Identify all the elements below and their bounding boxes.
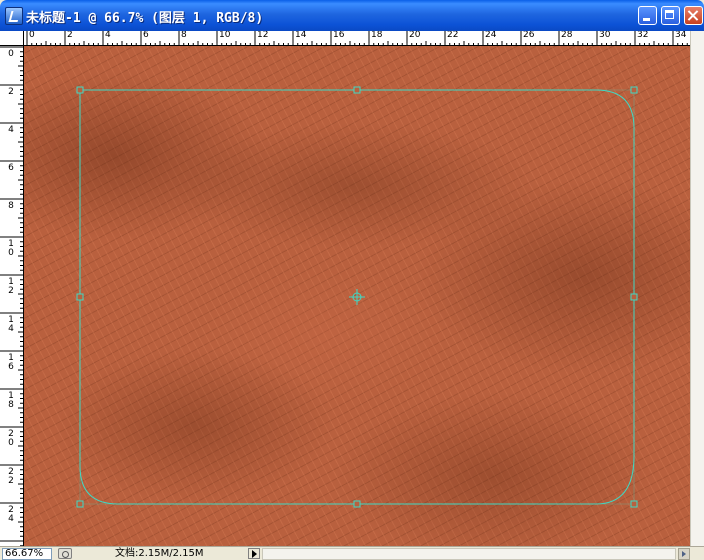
title-bar[interactable]: 未标题-1 @ 66.7% (图层 1, RGB/8) [0,0,704,31]
zoom-level-field[interactable]: 66.67% [2,548,52,560]
vertical-ruler[interactable]: 024681012141618202224 [0,46,24,546]
handle-bottom-right[interactable] [630,500,638,508]
ruler-label: 8 [8,201,14,211]
ruler-label: 4 [105,31,111,40]
ruler-label: 2 [8,87,14,97]
ruler-label: 14 [295,31,307,40]
handle-bottom-left[interactable] [76,500,84,508]
horizontal-ruler-ticks [26,31,688,45]
ruler-label: 4 [8,125,14,135]
ruler-label: 28 [561,31,573,40]
ruler-label: 2 [67,31,73,40]
ruler-label: 18 [8,391,14,410]
ruler-label: 12 [257,31,269,40]
scroll-right-button[interactable] [678,548,690,560]
horizontal-scrollbar[interactable] [262,548,676,560]
ruler-label: 30 [599,31,611,40]
ruler-label: 0 [29,31,35,40]
ruler-label: 16 [333,31,345,40]
minimize-icon [639,7,656,24]
window-title: 未标题-1 @ 66.7% (图层 1, RGB/8) [26,11,264,26]
ruler-label: 16 [8,353,14,372]
ruler-label: 20 [8,429,14,448]
close-button[interactable] [684,6,703,25]
ruler-label: 14 [8,315,14,334]
ruler-label: 24 [485,31,497,40]
rounded-rectangle-path[interactable] [24,46,690,546]
ruler-label: 8 [181,31,187,40]
handle-middle-left[interactable] [76,293,84,301]
status-options-icon[interactable] [58,548,72,559]
ruler-label: 12 [8,277,14,296]
maximize-button[interactable] [661,6,680,25]
document-size-info: 文档:2.15M/2.15M [115,548,204,559]
ruler-label: 32 [637,31,649,40]
photoshop-document-icon[interactable] [5,7,23,25]
ruler-label: 10 [8,239,14,258]
handle-middle-right[interactable] [630,293,638,301]
handle-top-left[interactable] [76,86,84,94]
ruler-label: 0 [8,49,14,59]
status-bar: 66.67% 文档:2.15M/2.15M [0,546,704,560]
maximize-icon [662,7,679,24]
ruler-label: 18 [371,31,383,40]
document-canvas[interactable] [24,46,690,546]
ruler-origin-corner[interactable] [0,31,24,46]
ruler-label: 24 [8,505,14,524]
handle-top-right[interactable] [630,86,638,94]
handle-top-center[interactable] [353,86,361,94]
close-icon [685,7,702,24]
horizontal-ruler[interactable]: 0 2 4 6 8 10 12 14 16 18 20 22 24 26 28 30 32 34 [24,31,690,46]
minimize-button[interactable] [638,6,657,25]
handle-bottom-center[interactable] [353,500,361,508]
ruler-label: 22 [447,31,459,40]
ruler-label: 34 [675,31,687,40]
ruler-label: 26 [523,31,535,40]
ruler-label: 22 [8,467,14,486]
reference-point-icon[interactable] [349,289,365,305]
ruler-label: 10 [219,31,231,40]
vertical-scrollbar[interactable] [690,31,704,546]
ruler-label: 6 [143,31,149,40]
status-menu-arrow-button[interactable] [248,548,260,559]
ruler-label: 20 [409,31,421,40]
ruler-label: 6 [8,163,14,173]
